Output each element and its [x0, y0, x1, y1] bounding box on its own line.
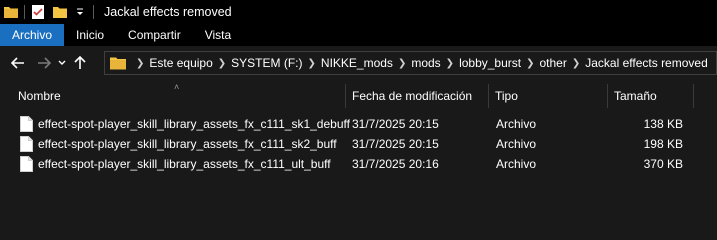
breadcrumb-separator-icon[interactable]: ❯: [398, 58, 406, 69]
file-size: 198 KB: [643, 137, 683, 151]
file-size: 370 KB: [643, 157, 683, 171]
file-date: 31/7/2025 20:16: [352, 157, 439, 171]
ribbon-tabs: Archivo Inicio Compartir Vista: [0, 24, 717, 46]
file-date: 31/7/2025 20:15: [352, 137, 439, 151]
breadcrumb-system-drive[interactable]: SYSTEM (F:): [231, 56, 302, 70]
file-name: effect-spot-player_skill_library_assets_…: [38, 117, 350, 131]
window-title: Jackal effects removed: [104, 5, 232, 19]
column-header-type[interactable]: Tipo: [489, 84, 607, 108]
forward-button[interactable]: [33, 50, 55, 76]
tab-archivo[interactable]: Archivo: [0, 24, 65, 46]
breadcrumb-nikke-mods[interactable]: NIKKE_mods: [321, 56, 393, 70]
toolbar-divider: [93, 5, 94, 19]
file-type: Archivo: [496, 117, 537, 131]
breadcrumb-other[interactable]: other: [540, 56, 567, 70]
breadcrumb-mods[interactable]: mods: [411, 56, 440, 70]
file-row[interactable]: effect-spot-player_skill_library_assets_…: [0, 154, 717, 174]
breadcrumb-separator-icon[interactable]: ❯: [526, 58, 534, 69]
arrow-right-icon: [38, 57, 51, 69]
toolbar-divider: [24, 5, 25, 19]
column-headers: ˄ Nombre Fecha de modificación Tipo Tama…: [0, 82, 717, 108]
breadcrumb-separator-icon[interactable]: ❯: [308, 58, 316, 69]
file-icon: [20, 156, 33, 172]
tab-vista[interactable]: Vista: [193, 24, 243, 46]
navigation-bar: ❯ Este equipo ❯ SYSTEM (F:) ❯ NIKKE_mods…: [0, 46, 717, 80]
breadcrumb-separator-icon[interactable]: ❯: [136, 58, 144, 69]
column-header-date[interactable]: Fecha de modificación: [346, 84, 488, 108]
recent-locations-button[interactable]: [55, 50, 69, 76]
file-icon: [20, 116, 33, 132]
file-row[interactable]: effect-spot-player_skill_library_assets_…: [0, 114, 717, 134]
file-type: Archivo: [496, 157, 537, 171]
breadcrumb-separator-icon[interactable]: ❯: [446, 58, 454, 69]
arrow-up-icon: [74, 56, 86, 69]
folder-icon[interactable]: [2, 3, 20, 21]
breadcrumb-current-folder[interactable]: Jackal effects removed: [585, 56, 708, 70]
tab-compartir[interactable]: Compartir: [116, 24, 193, 46]
properties-icon[interactable]: [29, 3, 47, 21]
file-icon: [20, 136, 33, 152]
arrow-left-icon: [11, 57, 24, 69]
address-bar[interactable]: ❯ Este equipo ❯ SYSTEM (F:) ❯ NIKKE_mods…: [104, 51, 717, 75]
breadcrumb-separator-icon[interactable]: ❯: [572, 58, 580, 69]
file-type: Archivo: [496, 137, 537, 151]
breadcrumb-lobby-burst[interactable]: lobby_burst: [459, 56, 521, 70]
folder-icon: [109, 56, 127, 70]
customize-quick-access-icon[interactable]: [71, 3, 89, 21]
file-name: effect-spot-player_skill_library_assets_…: [38, 157, 331, 171]
chevron-down-icon: [58, 60, 66, 65]
breadcrumb-separator-icon[interactable]: ❯: [218, 58, 226, 69]
column-divider[interactable]: [693, 84, 694, 108]
breadcrumb-este-equipo[interactable]: Este equipo: [149, 56, 212, 70]
up-button[interactable]: [69, 50, 91, 76]
file-date: 31/7/2025 20:15: [352, 117, 439, 131]
column-header-name[interactable]: Nombre: [12, 84, 345, 108]
file-name: effect-spot-player_skill_library_assets_…: [38, 137, 337, 151]
tab-inicio[interactable]: Inicio: [64, 24, 116, 46]
file-size: 138 KB: [643, 117, 683, 131]
new-folder-icon[interactable]: [51, 3, 69, 21]
file-row[interactable]: effect-spot-player_skill_library_assets_…: [0, 134, 717, 154]
back-button[interactable]: [7, 50, 29, 76]
title-bar: Jackal effects removed: [0, 0, 717, 24]
column-header-size[interactable]: Tamaño: [608, 84, 693, 108]
